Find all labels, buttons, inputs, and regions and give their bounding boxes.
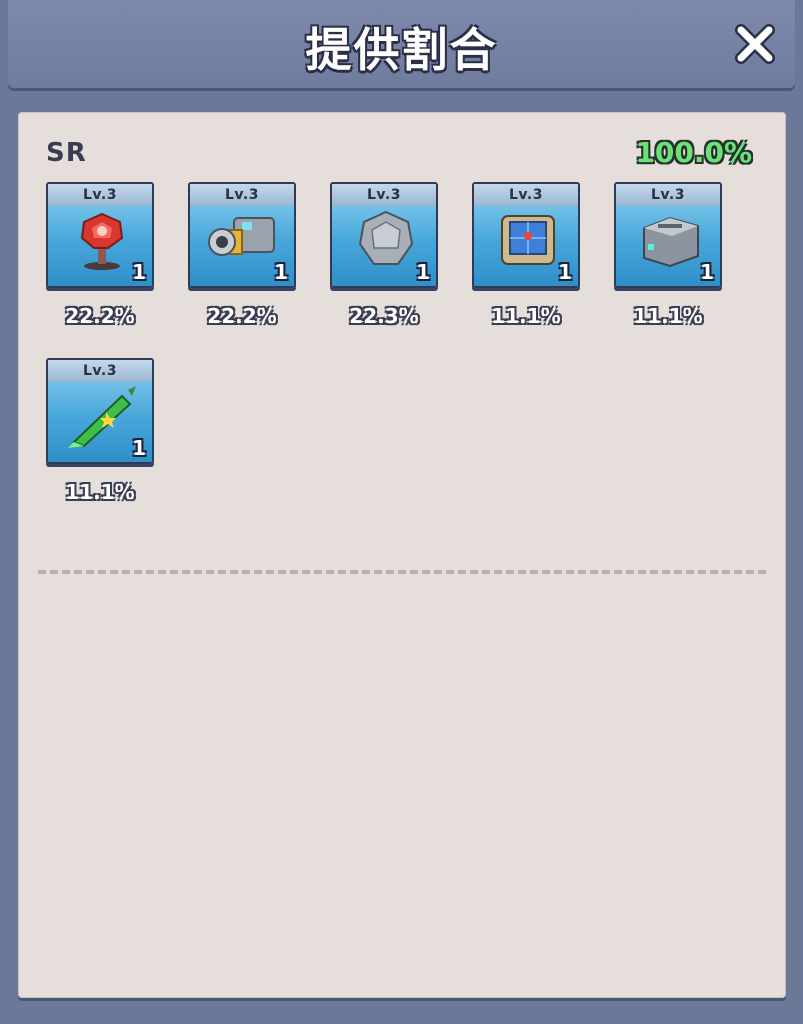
- item-entry: Lv.3 1 22.2%: [188, 182, 296, 328]
- total-rate: 100.0%: [635, 136, 752, 169]
- close-icon: [735, 24, 775, 64]
- item-entry: Lv.3 1 22.2%: [46, 182, 154, 328]
- item-level: Lv.3: [616, 184, 720, 206]
- item-entry: Lv.3 1 11.1%: [472, 182, 580, 328]
- radar-dish-icon: [80, 212, 124, 270]
- item-card[interactable]: Lv.3 1: [472, 182, 580, 288]
- rates-panel: SR 100.0% Lv.3 1 22.2% Lv.3 1 22.2% Lv.3…: [18, 112, 786, 998]
- item-entry: Lv.3 1 11.1%: [46, 358, 154, 504]
- item-level: Lv.3: [48, 360, 152, 382]
- item-card[interactable]: Lv.3 1: [46, 358, 154, 464]
- close-button[interactable]: [733, 22, 777, 66]
- title-bar: 提供割合: [8, 0, 795, 88]
- item-card[interactable]: Lv.3 1: [330, 182, 438, 288]
- item-count: 1: [274, 260, 288, 284]
- offer-rate-modal: 提供割合 SR 100.0% Lv.3 1 22.2% Lv.3 1 22.2%…: [0, 0, 803, 1024]
- armor-plate-icon: [358, 210, 414, 265]
- rarity-label: SR: [46, 138, 87, 168]
- item-count: 1: [700, 260, 714, 284]
- modal-title: 提供割合: [305, 23, 498, 77]
- item-rate: 22.3%: [349, 304, 419, 328]
- item-level: Lv.3: [474, 184, 578, 206]
- section-divider: [38, 570, 766, 574]
- item-grid: Lv.3 1 22.2% Lv.3 1 22.2% Lv.3 1 22.3% L…: [46, 182, 766, 504]
- item-level: Lv.3: [48, 184, 152, 206]
- item-card[interactable]: Lv.3 1: [614, 182, 722, 288]
- item-count: 1: [132, 260, 146, 284]
- cannon-barrel-icon: [208, 217, 275, 256]
- item-entry: Lv.3 1 22.3%: [330, 182, 438, 328]
- scanner-screen-icon: [501, 215, 555, 265]
- item-card[interactable]: Lv.3 1: [188, 182, 296, 288]
- item-rate: 11.1%: [633, 304, 703, 328]
- item-entry: Lv.3 1 11.1%: [614, 182, 722, 328]
- item-rate: 11.1%: [65, 480, 135, 504]
- metal-crate-icon: [643, 216, 699, 268]
- item-rate: 22.2%: [65, 304, 135, 328]
- item-count: 1: [416, 260, 430, 284]
- item-level: Lv.3: [190, 184, 294, 206]
- item-rate: 11.1%: [491, 304, 561, 328]
- item-count: 1: [132, 436, 146, 460]
- missile-icon: [68, 386, 136, 448]
- item-rate: 22.2%: [207, 304, 277, 328]
- item-card[interactable]: Lv.3 1: [46, 182, 154, 288]
- item-level: Lv.3: [332, 184, 436, 206]
- item-count: 1: [558, 260, 572, 284]
